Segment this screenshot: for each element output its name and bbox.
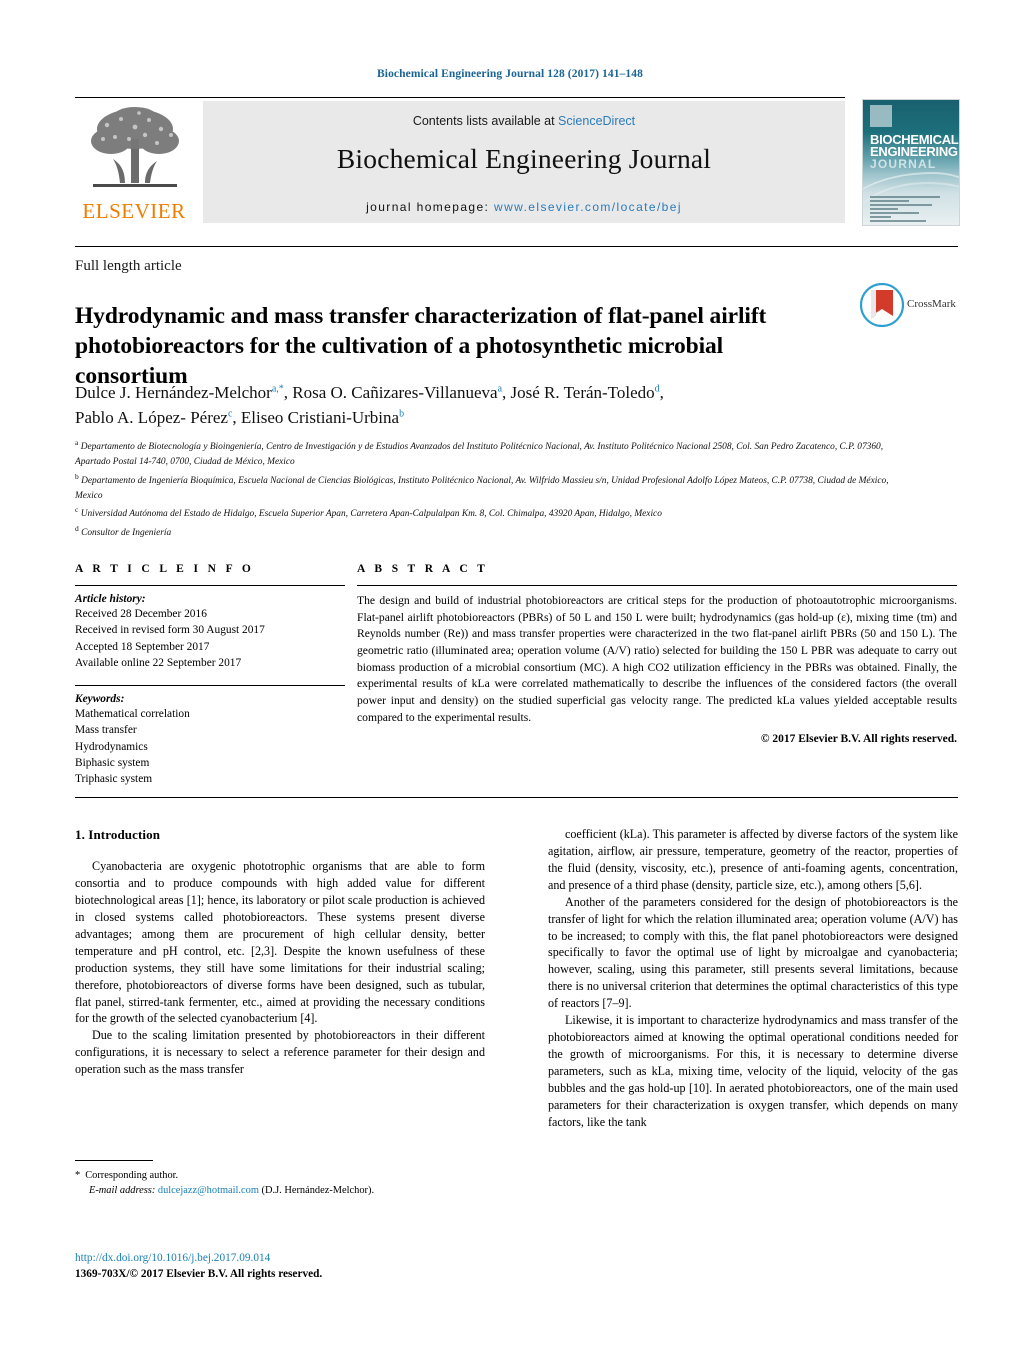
keywords-label: Keywords:	[75, 692, 125, 705]
email-attribution: (D.J. Hernández-Melchor).	[261, 1185, 375, 1197]
masthead-top-rule	[75, 97, 845, 98]
affiliation-marker: b	[75, 471, 79, 481]
doi-link[interactable]: http://dx.doi.org/10.1016/j.bej.2017.09.…	[75, 1250, 535, 1266]
affiliation-marker: c	[75, 505, 79, 515]
author-affil-marker: d	[654, 383, 660, 395]
keyword-item: Mass transfer	[75, 724, 137, 737]
email-label: E-mail address:	[89, 1185, 156, 1197]
body-paragraph: coefficient (kLa). This parameter is aff…	[548, 827, 958, 892]
affiliation-item: d Consultor de Ingeniería	[75, 523, 905, 541]
corresponding-author-line: * Corresponding author.	[75, 1168, 495, 1183]
journal-cover-thumbnail: BIOCHEMICAL ENGINEERING JOURNAL	[862, 99, 960, 226]
body-paragraph: Due to the scaling limitation presented …	[75, 1028, 485, 1077]
keyword-item: Biphasic system	[75, 756, 150, 769]
email-line: E-mail address: dulcejazz@hotmail.com (D…	[75, 1183, 495, 1198]
footnote-rule	[75, 1160, 153, 1161]
affiliation-item: b Departamento de Ingeniería Bioquímica,…	[75, 471, 905, 505]
cover-title-line3: JOURNAL	[870, 157, 937, 171]
author-name: Dulce J. Hernández-Melchor	[75, 383, 272, 402]
article-history-label: Article history:	[75, 593, 146, 605]
journal-title: Biochemical Engineering Journal	[336, 143, 712, 174]
affiliation-marker: d	[75, 523, 79, 533]
article-page: Biochemical Engineering Journal 128 (201…	[0, 0, 1020, 1351]
affiliation-text: Departamento de Biotecnología y Bioingen…	[75, 442, 884, 468]
sciencedirect-link[interactable]: ScienceDirect	[558, 114, 635, 128]
corresponding-author-footnote: * Corresponding author. E-mail address: d…	[75, 1168, 495, 1198]
article-history-item: Received 28 December 2016	[75, 608, 207, 620]
journal-masthead: ELSEVIER Contents lists available at Sci…	[75, 99, 845, 224]
abstract-text: The design and build of industrial photo…	[357, 594, 957, 724]
body-paragraph: Another of the parameters considered for…	[548, 894, 958, 1011]
article-type-label: Full length article	[75, 258, 182, 274]
author-name: Pablo A. López- Pérez	[75, 407, 228, 427]
abstract-copyright: © 2017 Elsevier B.V. All rights reserved…	[760, 732, 957, 745]
masthead-panel: Contents lists available at ScienceDirec…	[203, 101, 845, 223]
corresponding-author-text: Corresponding author.	[85, 1170, 179, 1181]
affiliation-text: Consultor de Ingeniería	[81, 527, 172, 538]
contents-available-line: Contents lists available at ScienceDirec…	[203, 114, 845, 128]
author-line-1: Dulce J. Hernández-Melchora,*, Rosa O. C…	[75, 383, 664, 402]
author-line-2: Pablo A. López- Pérezc, Eliseo Cristiani…	[75, 407, 405, 427]
affiliation-marker: a	[75, 438, 79, 447]
elsevier-tree-icon	[91, 107, 179, 187]
cover-text-lines	[870, 196, 940, 224]
article-info-rule	[75, 585, 345, 586]
author-name: José R. Terán-Toledo	[510, 383, 655, 402]
keyword-item: Triphasic system	[75, 773, 153, 786]
title-top-rule	[75, 246, 958, 247]
footnote-star: *	[75, 1170, 81, 1181]
body-paragraph: Cyanobacteria are oxygenic phototrophic …	[75, 859, 485, 1026]
author-name: Rosa O. Cañizares-Villanueva	[292, 383, 498, 402]
affiliation-text: Universidad Autónoma del Estado de Hidal…	[80, 509, 662, 520]
affiliation-item: a Departamento de Biotecnología y Bioing…	[75, 437, 905, 471]
article-history-item: Accepted 18 September 2017	[75, 640, 210, 653]
section-heading-introduction: 1. Introduction	[75, 827, 161, 842]
article-history-item: Received in revised form 30 August 2017	[75, 624, 265, 637]
homepage-prefix: journal homepage:	[366, 200, 495, 214]
abstract-rule	[357, 585, 957, 586]
journal-homepage-line: journal homepage: www.elsevier.com/locat…	[203, 200, 845, 214]
journal-homepage-link[interactable]: www.elsevier.com/locate/bej	[494, 200, 682, 214]
keyword-item: Mathematical correlation	[75, 707, 190, 720]
running-head: Biochemical Engineering Journal 128 (201…	[377, 68, 643, 80]
issn-copyright-line: 1369-703X/© 2017 Elsevier B.V. All right…	[75, 1268, 323, 1281]
author-affil-marker: c	[227, 407, 233, 419]
author-affil-marker: b	[399, 407, 405, 419]
crossmark-label: CrossMark	[907, 298, 956, 310]
keyword-item: Hydrodynamics	[75, 740, 148, 753]
article-history-item: Available online 22 September 2017	[75, 657, 242, 670]
email-link[interactable]: dulcejazz@hotmail.com	[158, 1185, 259, 1196]
footer-identifiers: http://dx.doi.org/10.1016/j.bej.2017.09.…	[75, 1250, 535, 1283]
body-top-rule	[75, 797, 958, 798]
elsevier-wordmark: ELSEVIER	[82, 199, 186, 223]
body-column-left: 1. Introduction Cyanobacteria are oxygen…	[75, 826, 485, 1078]
affiliation-text: Departamento de Ingeniería Bioquímica, E…	[75, 475, 889, 501]
author-list: Dulce J. Hernández-Melchora,*, Rosa O. C…	[75, 381, 875, 430]
article-info-heading: A R T I C L E I N F O	[75, 563, 255, 575]
abstract-block: A B S T R A C T The design and build of …	[357, 563, 957, 745]
author-name: Eliseo Cristiani-Urbina	[240, 407, 400, 427]
affiliation-item: c Universidad Autónoma del Estado de Hid…	[75, 504, 905, 522]
contents-prefix: Contents lists available at	[412, 114, 559, 128]
cover-elsevier-icon	[870, 105, 892, 127]
abstract-heading: A B S T R A C T	[357, 563, 489, 575]
author-affil-marker: a	[497, 383, 503, 395]
page-title: Hydrodynamic and mass transfer character…	[75, 302, 767, 389]
author-affil-marker: a,*	[271, 383, 284, 395]
affiliation-list: a Departamento de Biotecnología y Bioing…	[75, 437, 905, 541]
article-info-block: A R T I C L E I N F O Article history: R…	[75, 563, 345, 788]
crossmark-badge[interactable]: CrossMark	[860, 283, 960, 329]
elsevier-logo: ELSEVIER	[75, 101, 193, 223]
body-column-right: coefficient (kLa). This parameter is aff…	[548, 826, 958, 1131]
keywords-rule	[75, 684, 345, 686]
body-paragraph: Likewise, it is important to characteriz…	[548, 1013, 958, 1129]
crossmark-icon	[860, 283, 904, 327]
